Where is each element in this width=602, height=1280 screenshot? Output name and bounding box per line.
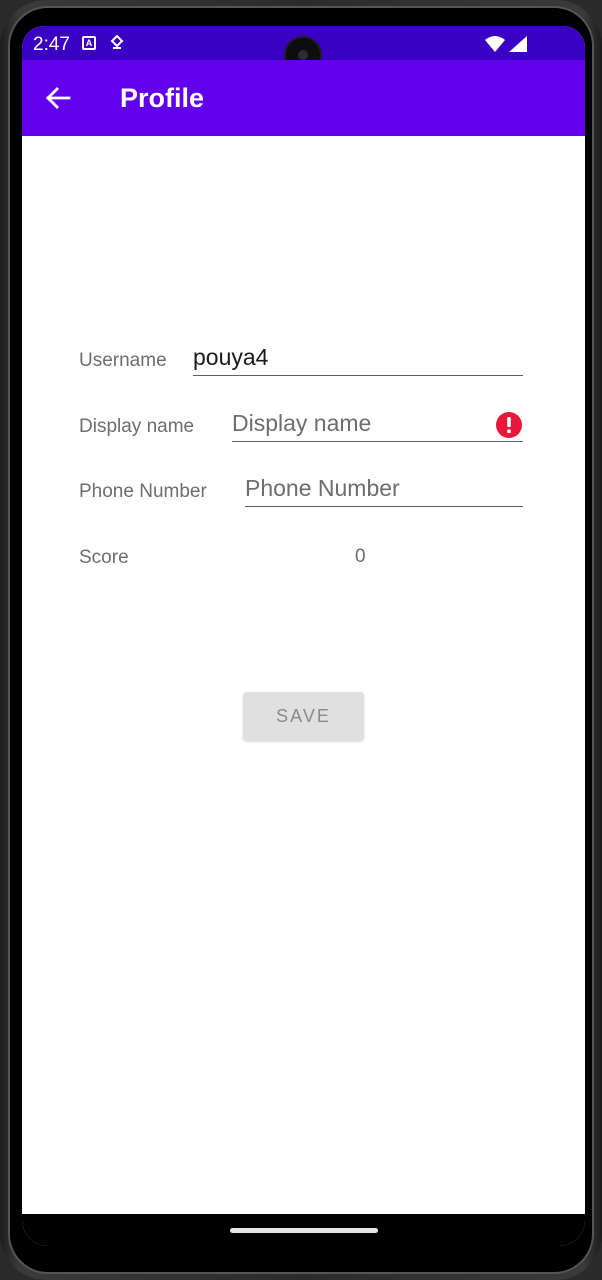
username-input[interactable] [193,340,523,374]
error-icon [496,412,522,438]
navigation-bar [22,1214,585,1246]
phone-number-input[interactable] [245,471,523,505]
phone-frame: 2:47 A Profile Username pouya4 Display n… [0,0,602,1280]
arrow-left-icon [46,87,71,109]
score-value: 0 [355,546,366,567]
display-name-input[interactable] [232,406,523,440]
score-label: Score [79,547,129,568]
signal-icon [509,36,527,52]
save-button[interactable]: SAVE [243,692,364,741]
status-bar: 2:47 A [22,26,585,72]
status-time: 2:47 [33,34,70,55]
phone-number-field-container [245,471,523,507]
location-icon [110,35,124,49]
app-notification-icon: A [82,36,96,50]
display-name-field-container [232,406,523,442]
back-button[interactable] [40,80,76,116]
page-title: Profile [120,83,205,113]
home-gesture-handle[interactable] [230,1228,378,1233]
username-field-container [193,340,523,376]
app-screen: 2:47 A Profile Username pouya4 Display n… [22,26,585,1246]
username-label: Username [79,350,167,371]
phone-number-label: Phone Number [79,481,207,502]
wifi-icon [485,36,505,52]
display-name-label: Display name [79,416,195,437]
app-bar: Profile [22,60,585,136]
